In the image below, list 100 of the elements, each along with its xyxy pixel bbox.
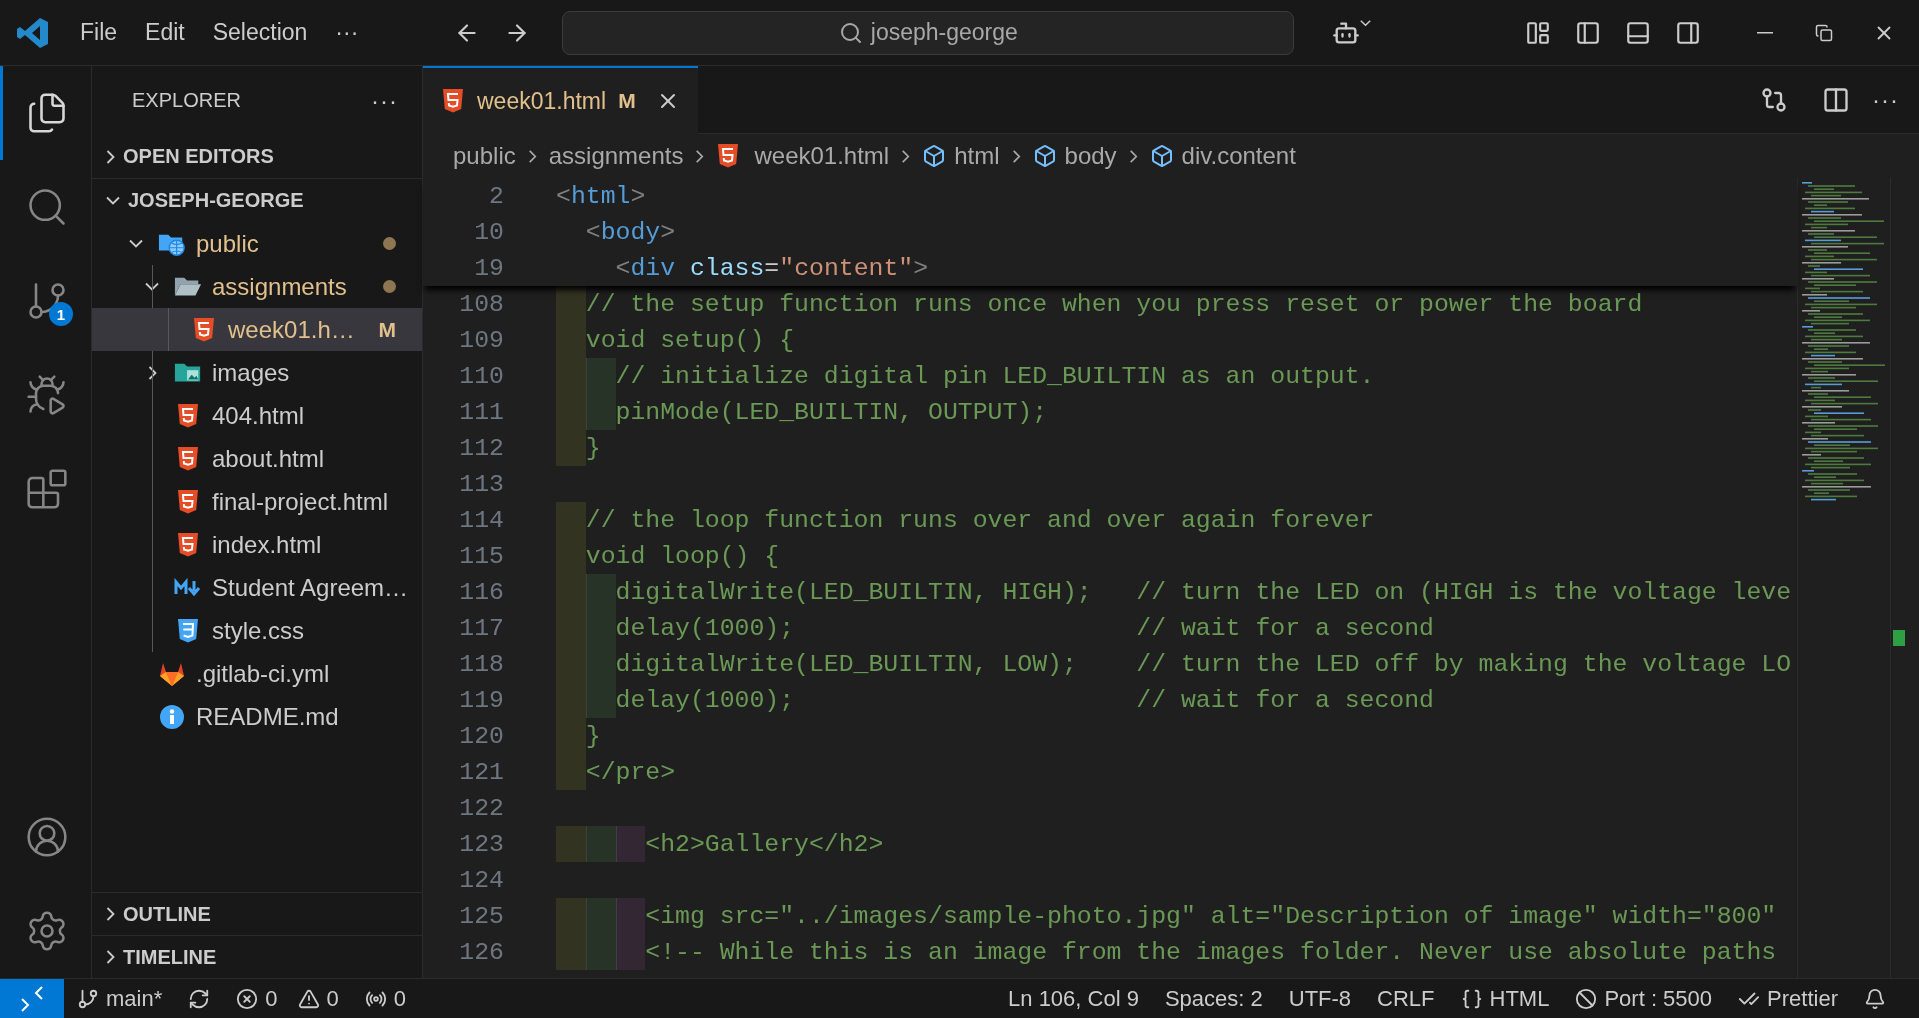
cube-icon [1032,144,1057,168]
line-number: 124 [458,866,505,894]
section-header[interactable]: OUTLINE [92,892,422,935]
tree-item[interactable]: images [92,351,422,394]
line-number: 108 [458,290,505,318]
code-line: } [585,434,601,462]
file-name: style.css [212,616,305,645]
count-badge: 1 [49,302,73,326]
section-header[interactable]: JOSEPH-GEORGE [92,179,422,222]
indent-guide [615,898,646,934]
compare-icon [1760,85,1788,114]
tree-item[interactable]: about.html [92,437,422,480]
indent-guide [556,286,586,322]
more-button[interactable]: ··· [371,86,398,115]
sticky-code-line: <body> [585,218,676,246]
sticky-code-line: <html> [556,182,646,210]
line-number: 119 [458,686,505,714]
command-search-field[interactable]: joseph-george [562,10,1295,55]
menu-item[interactable]: File [66,13,132,52]
status-item[interactable]: Port : 5500 [1562,985,1726,1012]
status-item[interactable]: HTML [1447,985,1563,1012]
bell-icon [1864,987,1886,1010]
separator-icon [1011,149,1021,163]
html-file-icon [176,488,200,515]
more-button[interactable]: ··· [1872,85,1899,114]
file-name: about.html [212,444,326,473]
indent-guide [585,826,616,862]
status-item[interactable]: Ln 106, Col 9 [995,985,1152,1012]
editor-tab[interactable]: week01.html M [423,66,698,134]
menu-item[interactable]: Selection [198,13,322,52]
activity-item[interactable]: 1 [0,254,91,348]
account-icon [25,815,69,859]
file-name: README.md [196,702,340,731]
cube-icon [1149,144,1174,168]
line-number: 2 [488,182,505,210]
file-name: index.html [212,530,323,559]
modified-dot [383,237,396,250]
code-line: delay(1000); // wait for a second [615,686,1434,714]
indent-guide [585,898,616,934]
breadcrumb-item[interactable]: html [922,142,1000,170]
code-line: } [585,722,601,750]
markdown-file-icon [174,577,202,598]
indent-guide [585,358,616,394]
indent-guide [615,934,646,970]
status-item[interactable]: CRLF [1364,985,1448,1012]
tree-item[interactable]: 404.html [92,394,422,437]
braces-icon [1460,987,1483,1010]
tree-item[interactable]: index.html [92,523,422,566]
section-header[interactable]: OPEN EDITORS [92,135,422,178]
file-name: final-project.html [212,487,390,516]
tree-item[interactable]: .gitlab-ci.yml [92,652,422,695]
panel-left-icon [1575,19,1601,46]
code-line: <h2>Gallery</h2> [645,830,884,858]
breadcrumb-item[interactable]: public [453,142,516,170]
file-name: Student Agreem… [212,573,409,602]
line-number: 122 [458,794,505,822]
status-item[interactable]: Spaces: 2 [1151,985,1276,1012]
sync-icon [188,987,211,1010]
app-logo-icon [16,15,50,50]
menu-item[interactable]: Edit [131,13,199,52]
indent-guide [556,826,586,862]
file-name: week01.h… [228,315,356,344]
line-number: 114 [458,506,505,534]
breadcrumb-item[interactable]: div.content [1149,142,1296,170]
indent-guide [615,826,646,862]
remote-button[interactable] [0,979,64,1018]
tree-item[interactable]: assignments [92,265,422,308]
modified-label: M [618,89,636,113]
breadcrumb-item[interactable]: week01.html [716,142,890,170]
panel-bottom-icon [1625,19,1651,46]
menu-item[interactable]: ··· [321,13,373,52]
css-file-icon [176,617,200,644]
problems-status[interactable]: 0 0 [223,985,352,1012]
tree-item[interactable]: final-project.html [92,480,422,523]
remote-icon [19,985,45,1012]
sticky-code-line: <div class="content"> [615,254,929,282]
indent-guide [556,898,586,934]
indent-guide [556,430,586,466]
line-number: 113 [458,470,505,498]
ports-status[interactable]: 0 [351,985,419,1012]
tree-item[interactable]: week01.h… M [92,308,422,351]
tree-item[interactable]: Student Agreem… [92,566,422,609]
separator-icon [527,149,537,163]
branch-status[interactable]: main* [64,985,176,1012]
modified-label: M [378,317,396,342]
breadcrumb-item[interactable]: body [1032,142,1117,170]
restore-icon [1815,23,1833,42]
tree-item[interactable]: README.md [92,695,422,738]
error-icon [236,987,259,1010]
code-line: <img src="../images/sample-photo.jpg" alt="Description of image" width="800" [645,902,1777,930]
status-item[interactable]: Prettier [1725,985,1851,1012]
cube-icon [922,144,947,168]
tree-item[interactable]: public [92,222,422,265]
tree-item[interactable]: style.css [92,609,422,652]
breadcrumb-item[interactable]: assignments [548,142,684,170]
file-name: 404.html [212,401,306,430]
panel-right-icon [1675,19,1701,46]
status-item[interactable]: UTF-8 [1275,985,1365,1012]
html-file-icon [176,531,200,558]
code-line: // the setup function runs once when you press reset or power the board [585,290,1643,318]
